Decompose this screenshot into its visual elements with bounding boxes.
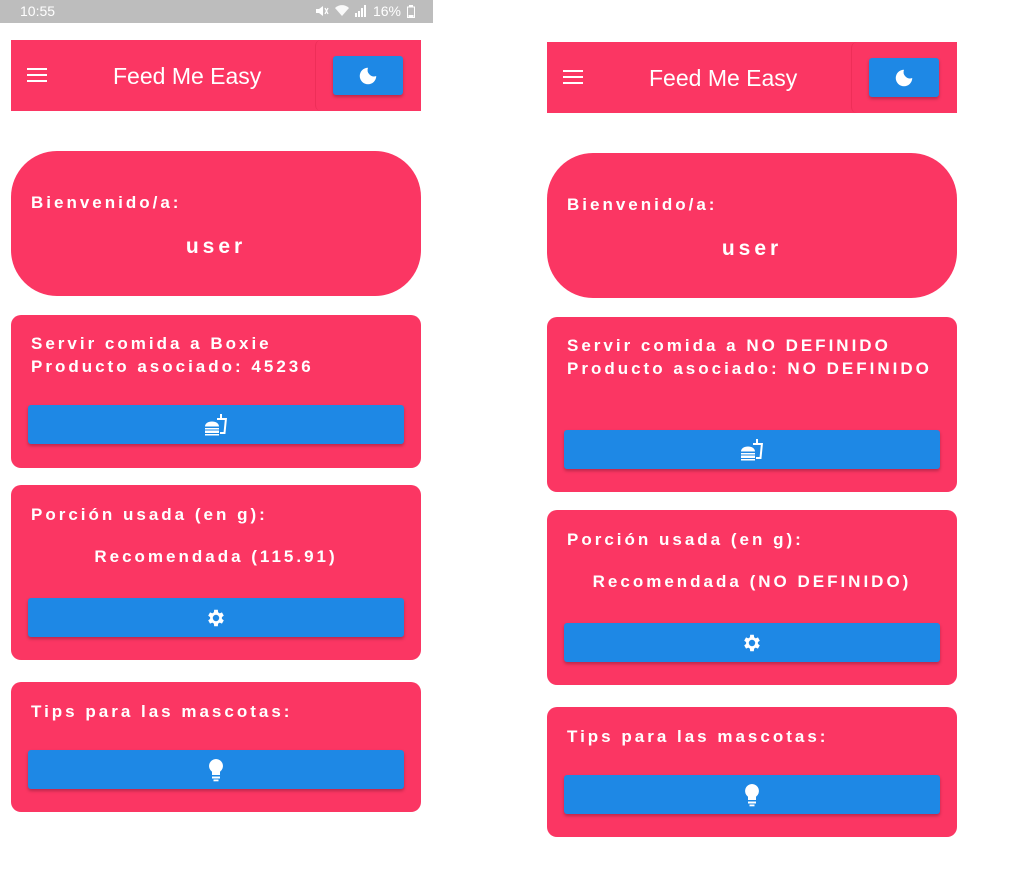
serve-food-button[interactable] [564,430,940,469]
welcome-label: Bienvenido/a: [567,195,718,214]
portion-label: Porción usada (en g): [567,530,804,549]
portion-card: Porción usada (en g): Recomendada (115.9… [11,485,421,660]
serve-food-card: Servir comida a NO DEFINIDO Producto aso… [547,317,957,492]
tips-label: Tips para las mascotas: [31,702,293,721]
fastfood-icon [205,413,227,435]
associated-product-text: Producto asociado: NO DEFINIDO [567,359,932,378]
tips-card: Tips para las mascotas: [11,682,421,812]
tips-button[interactable] [564,775,940,814]
welcome-label: Bienvenido/a: [31,193,182,212]
associated-product-text: Producto asociado: 45236 [31,357,314,376]
portion-label: Porción usada (en g): [31,505,268,524]
gear-icon [744,634,760,651]
serve-pet-text: Servir comida a NO DEFINIDO [567,336,891,355]
wifi-icon [334,5,349,17]
portion-card: Porción usada (en g): Recomendada (NO DE… [547,510,957,685]
portion-settings-button[interactable] [564,623,940,662]
app-title: Feed Me Easy [113,63,262,89]
username: user [721,237,783,260]
hamburger-menu-icon[interactable] [563,70,583,86]
serve-pet-text: Servir comida a Boxie [31,334,272,353]
serve-food-button[interactable] [28,405,404,444]
fastfood-icon [741,438,763,460]
moon-icon [359,67,377,84]
status-bar: 10:55 16% [0,0,433,23]
tips-label: Tips para las mascotas: [567,727,829,746]
app-title: Feed Me Easy [649,65,798,91]
lightbulb-icon [209,758,223,781]
moon-icon [895,69,913,86]
theme-toggle-button[interactable] [333,56,403,95]
tips-button[interactable] [28,750,404,789]
gear-icon [208,609,224,626]
portion-settings-button[interactable] [28,598,404,637]
app-bar: Feed Me Easy [11,40,421,111]
theme-toggle-area [315,40,421,111]
battery-percent: 16% [372,3,401,19]
username: user [185,235,247,258]
theme-toggle-area [851,42,957,113]
battery-icon [407,4,415,18]
signal-icon [354,5,366,17]
portion-value: Recomendada (115.91) [94,547,338,566]
portion-value: Recomendada (NO DEFINIDO) [592,572,912,591]
welcome-card: Bienvenido/a: user [11,151,421,296]
lightbulb-icon [745,783,759,806]
status-time: 10:55 [20,3,56,19]
hamburger-menu-icon[interactable] [27,68,47,84]
theme-toggle-button[interactable] [869,58,939,97]
status-icons: 16% [315,3,415,19]
welcome-card: Bienvenido/a: user [547,153,957,298]
serve-food-card: Servir comida a Boxie Producto asociado:… [11,315,421,468]
app-bar: Feed Me Easy [547,42,957,113]
tips-card: Tips para las mascotas: [547,707,957,837]
mute-icon [315,6,329,16]
